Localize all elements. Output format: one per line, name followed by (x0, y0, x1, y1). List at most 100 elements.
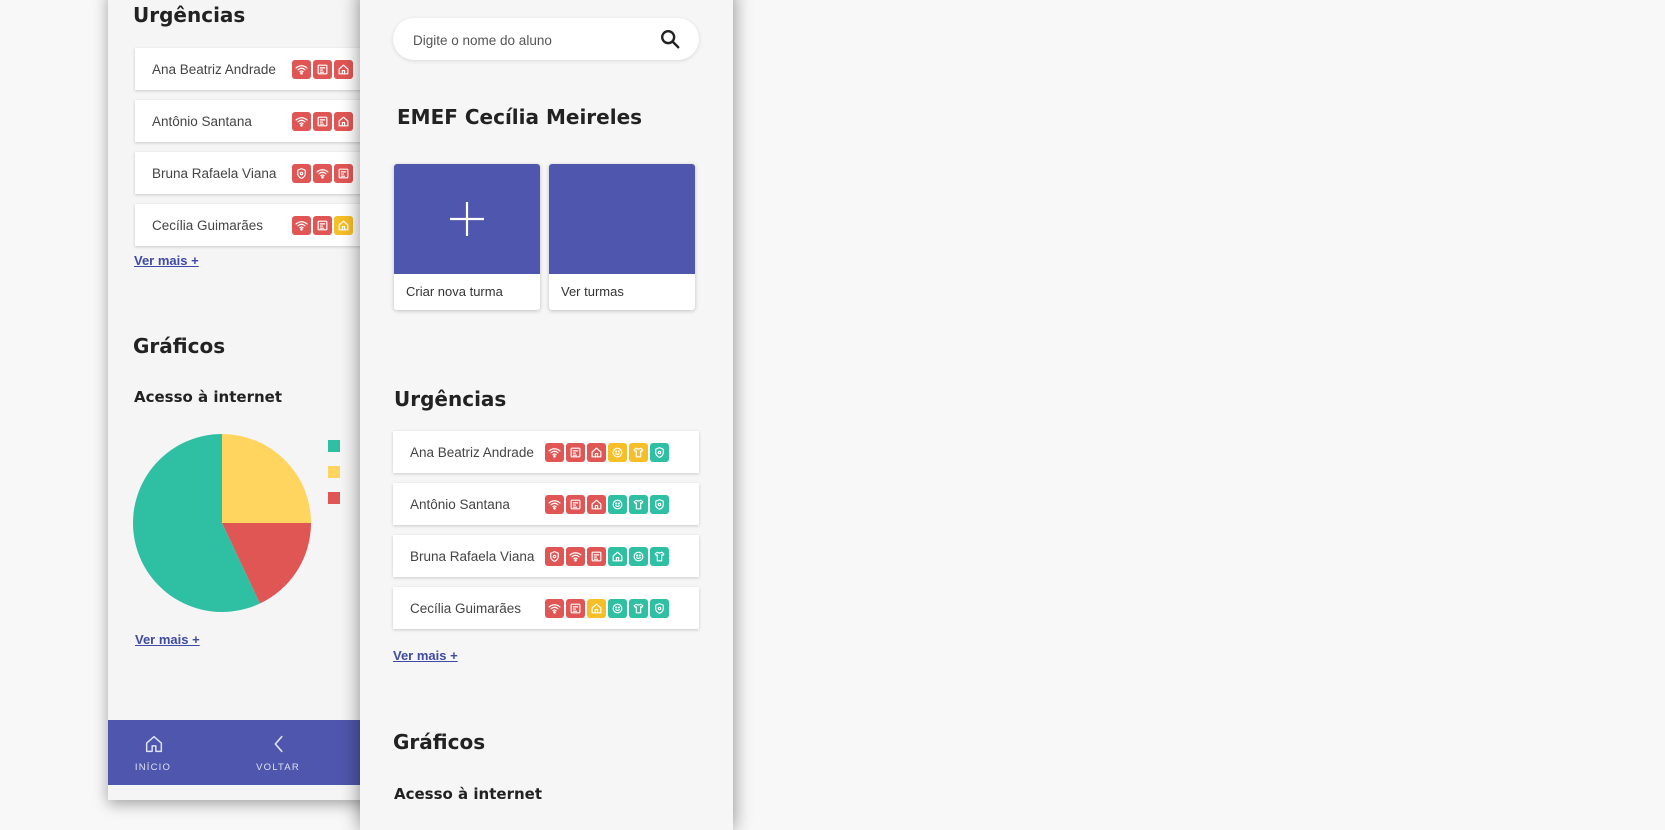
shirt-icon (633, 603, 644, 613)
urgencias-title: Urgências (394, 387, 507, 411)
calendar-badge (334, 163, 353, 183)
home-icon (338, 64, 349, 74)
card-label: Criar nova turma (406, 284, 503, 299)
chart-subtitle: Acesso à internet (134, 388, 282, 406)
shield-icon (297, 167, 306, 179)
shirt-icon (654, 551, 665, 561)
home-badge (587, 598, 606, 618)
ver-mais-urgencias-link[interactable]: Ver mais + (393, 648, 458, 663)
shield-badge (650, 598, 669, 618)
calendar-badge (587, 546, 606, 566)
ver-mais-urgencias-link[interactable]: Ver mais + (134, 253, 199, 268)
search-bar (393, 18, 699, 60)
student-name: Antônio Santana (152, 113, 252, 129)
wifi-icon (295, 220, 308, 231)
urgency-badges (545, 598, 669, 618)
calendar-icon (570, 499, 581, 509)
urgency-badges (545, 494, 669, 514)
pie-slice (222, 434, 311, 523)
calendar-badge (566, 598, 585, 618)
plus-icon (450, 202, 484, 236)
smile-badge (608, 442, 627, 462)
urgency-badges (292, 215, 353, 235)
nav-inicio[interactable]: INÍCIO (108, 720, 198, 785)
wifi-icon (569, 551, 582, 562)
nav-voltar-label: VOLTAR (256, 762, 300, 773)
legend-marker-red (328, 492, 340, 504)
shirt-icon (633, 499, 644, 509)
card-banner (549, 164, 695, 274)
calendar-icon (591, 551, 602, 561)
calendar-icon (570, 603, 581, 613)
calendar-badge (313, 59, 332, 79)
home-icon (338, 116, 349, 126)
student-name: Ana Beatriz Andrade (152, 61, 276, 77)
shield-badge (292, 163, 311, 183)
home-badge (587, 494, 606, 514)
student-row[interactable]: Ana Beatriz Andrade (393, 431, 699, 473)
student-row[interactable]: Antônio Santana (393, 483, 699, 525)
urgency-badges (292, 163, 353, 183)
student-row[interactable]: Bruna Rafaela Viana (393, 535, 699, 577)
wifi-badge (292, 111, 311, 131)
wifi-badge (545, 442, 564, 462)
nav-voltar[interactable]: VOLTAR (233, 720, 323, 785)
smile-icon (612, 603, 623, 613)
wifi-badge (545, 598, 564, 618)
smile-icon (633, 551, 644, 561)
legend-marker-yellow (328, 466, 340, 478)
shield-badge (650, 494, 669, 514)
calendar-icon (570, 447, 581, 457)
smile-icon (612, 447, 623, 457)
wifi-icon (295, 64, 308, 75)
search-input[interactable] (411, 28, 655, 52)
student-name: Antônio Santana (410, 496, 510, 512)
student-name: Bruna Rafaela Viana (152, 165, 277, 181)
legend-marker-teal (328, 440, 340, 452)
calendar-icon (317, 64, 328, 74)
urgency-badges (292, 111, 353, 131)
student-name: Cecília Guimarães (152, 217, 264, 233)
internet-access-pie-chart (133, 434, 311, 612)
wifi-badge (566, 546, 585, 566)
shield-icon (655, 446, 664, 458)
ver-mais-graficos-link[interactable]: Ver mais + (135, 632, 200, 647)
home-icon (612, 551, 623, 561)
ver-turmas-card[interactable]: Ver turmas (549, 164, 695, 310)
shirt-badge (629, 598, 648, 618)
home-icon (591, 499, 602, 509)
student-name: Cecília Guimarães (410, 600, 522, 616)
criar-nova-turma-card[interactable]: Criar nova turma (394, 164, 540, 310)
calendar-icon (317, 220, 328, 230)
shield-icon (655, 602, 664, 614)
home-icon (338, 220, 349, 230)
graficos-title: Gráficos (393, 730, 486, 754)
shirt-badge (650, 546, 669, 566)
home-badge (334, 59, 353, 79)
wifi-icon (548, 603, 561, 614)
wifi-icon (316, 168, 329, 179)
calendar-icon (338, 168, 349, 178)
home-badge (608, 546, 627, 566)
shirt-badge (629, 442, 648, 462)
urgency-badges (545, 442, 669, 462)
home-icon (591, 447, 602, 457)
shield-badge (650, 442, 669, 462)
calendar-badge (313, 215, 332, 235)
urgency-badges (545, 546, 669, 566)
wifi-badge (545, 494, 564, 514)
search-icon[interactable] (659, 28, 681, 50)
smile-badge (608, 494, 627, 514)
shield-icon (550, 550, 559, 562)
wifi-badge (292, 59, 311, 79)
shirt-icon (633, 447, 644, 457)
home-badge (334, 111, 353, 131)
wifi-badge (313, 163, 332, 183)
smile-badge (629, 546, 648, 566)
student-row[interactable]: Cecília Guimarães (393, 587, 699, 629)
chevron-left-icon (274, 735, 283, 753)
shirt-badge (629, 494, 648, 514)
calendar-badge (566, 494, 585, 514)
urgencias-title: Urgências (133, 3, 246, 27)
wifi-badge (292, 215, 311, 235)
